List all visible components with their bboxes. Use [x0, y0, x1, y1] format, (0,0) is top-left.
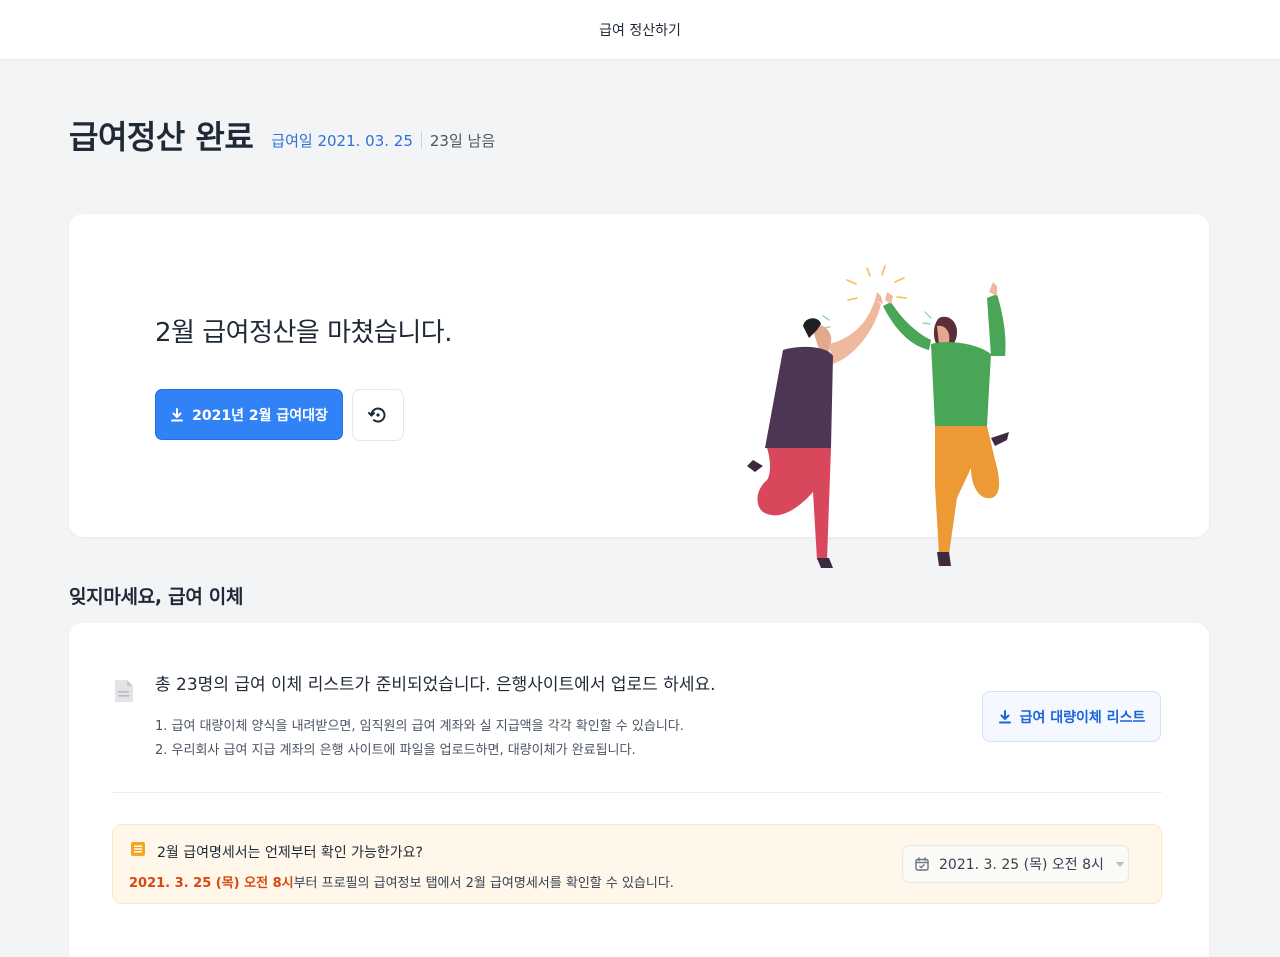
- pay-date: 급여일 2021. 03. 25: [271, 131, 413, 150]
- notice-answer-date: 2021. 3. 25 (목) 오전 8시: [129, 876, 294, 891]
- notice-question: 2월 급여명세서는 언제부터 확인 가능한가요?: [157, 845, 423, 861]
- reset-payroll-button[interactable]: [352, 389, 404, 441]
- chevron-down-icon: [1115, 861, 1124, 867]
- page-header: 급여정산 완료 급여일 2021. 03. 25 23일 남음: [69, 110, 495, 160]
- download-payroll-ledger-label: 2021년 2월 급여대장: [192, 407, 328, 424]
- transfer-step: 2. 우리회사 급여 지급 계좌의 은행 사이트에 파일을 업로드하면, 대량이…: [155, 743, 636, 758]
- header-divider: [420, 131, 422, 149]
- page-title: 급여정산 완료: [69, 118, 254, 156]
- payslip-date-select[interactable]: 2021. 3. 25 (목) 오전 8시: [902, 845, 1129, 883]
- calendar-icon: [915, 857, 929, 871]
- completion-message: 2월 급여정산을 마쳤습니다.: [155, 318, 452, 348]
- notice-list-icon: [131, 842, 145, 856]
- section-divider: [112, 792, 1162, 793]
- transfer-steps: 1. 급여 대량이체 양식을 내려받으면, 임직원의 급여 계좌와 실 지급액을…: [155, 715, 684, 763]
- download-icon: [171, 407, 184, 421]
- download-payroll-ledger-button[interactable]: 2021년 2월 급여대장: [155, 389, 343, 440]
- transfer-step: 1. 급여 대량이체 양식을 내려받으면, 임직원의 급여 계좌와 실 지급액을…: [155, 719, 684, 734]
- transfer-headline: 총 23명의 급여 이체 리스트가 준비되었습니다. 은행사이트에서 업로드 하…: [155, 675, 716, 695]
- high-five-illustration: [747, 265, 1009, 568]
- notice-answer-text: 부터 프로필의 급여정보 탭에서 2월 급여명세서를 확인할 수 있습니다.: [293, 876, 674, 891]
- download-icon: [998, 709, 1011, 723]
- topbar-title: 급여 정산하기: [599, 22, 681, 39]
- section-title-transfer: 잊지마세요, 급여 이체: [69, 586, 244, 608]
- download-transfer-list-label: 급여 대량이체 리스트: [1019, 709, 1146, 726]
- top-bar: 급여 정산하기: [0, 0, 1280, 59]
- payslip-date-value: 2021. 3. 25 (목) 오전 8시: [939, 857, 1104, 873]
- transfer-card: 총 23명의 급여 이체 리스트가 준비되었습니다. 은행사이트에서 업로드 하…: [69, 623, 1209, 957]
- completion-card: 2월 급여정산을 마쳤습니다. 2021년 2월 급여대장: [69, 214, 1209, 537]
- history-icon: [368, 407, 386, 423]
- notice-answer: 2021. 3. 25 (목) 오전 8시부터 프로필의 급여정보 탭에서 2월…: [129, 872, 674, 891]
- days-remaining: 23일 남음: [429, 131, 496, 150]
- payslip-notice: 2월 급여명세서는 언제부터 확인 가능한가요? 2021. 3. 25 (목)…: [112, 824, 1162, 904]
- download-transfer-list-button[interactable]: 급여 대량이체 리스트: [982, 691, 1161, 742]
- document-icon: [115, 680, 133, 702]
